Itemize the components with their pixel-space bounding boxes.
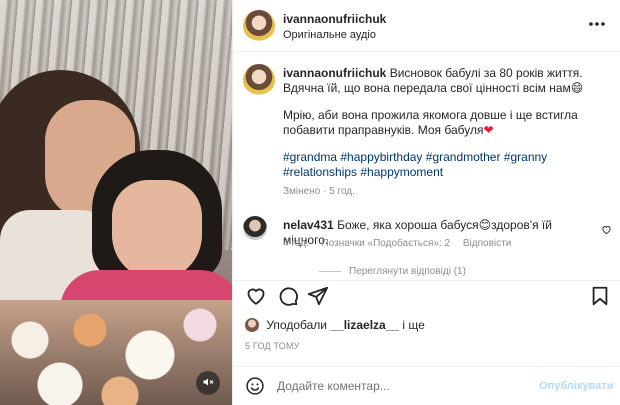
likes-suffix[interactable]: і ще (402, 318, 424, 332)
caption-username[interactable]: ivannaonufriichuk (283, 66, 386, 80)
add-comment-bar: Опублікувати (233, 366, 620, 405)
author-username[interactable]: ivannaonufriichuk (283, 12, 386, 26)
comment-time[interactable]: 4 год. (283, 238, 309, 249)
more-horizontal-icon (589, 22, 605, 26)
mute-button[interactable] (196, 371, 220, 395)
comment-meta: 4 год. Позначки «Подобається»: 2 Відпові… (283, 238, 521, 249)
edited-timestamp: Змінено · 5 год. (283, 186, 355, 197)
comment-reply-button[interactable]: Відповісти (463, 238, 511, 249)
post-header: ivannaonufriichuk Оригінальне аудіо (233, 0, 620, 52)
comment-input[interactable] (277, 375, 527, 397)
heart-outline-icon (602, 226, 611, 235)
red-heart-emoji-icon: ❤ (483, 123, 494, 137)
comment-username[interactable]: nelav431 (283, 218, 334, 232)
author-avatar[interactable] (243, 10, 275, 42)
comments-section[interactable]: ivannaonufriichuk Висновок бабулі за 80 … (233, 52, 620, 280)
liker-username[interactable]: __lizaelza__ (330, 318, 399, 332)
likes-summary: Уподобали __lizaelza__ і ще (245, 318, 425, 332)
caption-author-avatar[interactable] (243, 64, 275, 96)
comment-bubble-icon[interactable] (277, 285, 299, 307)
post-media-video[interactable] (0, 0, 232, 405)
post-actions-bar (233, 280, 620, 310)
muted-speaker-icon (203, 378, 214, 386)
publish-button[interactable]: Опублікувати (539, 380, 613, 392)
heart-outline-icon[interactable] (245, 285, 267, 307)
view-replies-button[interactable]: Переглянути відповіді (1) (319, 266, 466, 277)
smiley-face-icon[interactable] (245, 376, 265, 396)
paper-plane-icon[interactable] (307, 285, 329, 307)
comment-likes-count[interactable]: Позначки «Подобається»: 2 (322, 238, 451, 249)
post-time-ago[interactable]: 5 ГОД ТОМУ (245, 341, 300, 351)
post-caption: ivannaonufriichuk Висновок бабулі за 80 … (283, 66, 603, 192)
liker-avatar[interactable] (245, 318, 259, 332)
post-details-panel: ivannaonufriichuk Оригінальне аудіо ivan… (232, 0, 620, 405)
comment-like-button[interactable] (601, 224, 612, 238)
more-options-button[interactable] (588, 14, 606, 32)
grandma-face (112, 180, 202, 280)
audio-label[interactable]: Оригінальне аудіо (283, 29, 376, 41)
likes-prefix: Уподобали (266, 318, 327, 332)
caption-text-2: Мрію, аби вона прожила якомога довше і щ… (283, 108, 578, 137)
bookmark-icon[interactable] (589, 285, 611, 307)
caption-hashtags[interactable]: #grandma #happybirthday #grandmother #gr… (283, 150, 603, 180)
commenter-avatar[interactable] (243, 216, 267, 240)
